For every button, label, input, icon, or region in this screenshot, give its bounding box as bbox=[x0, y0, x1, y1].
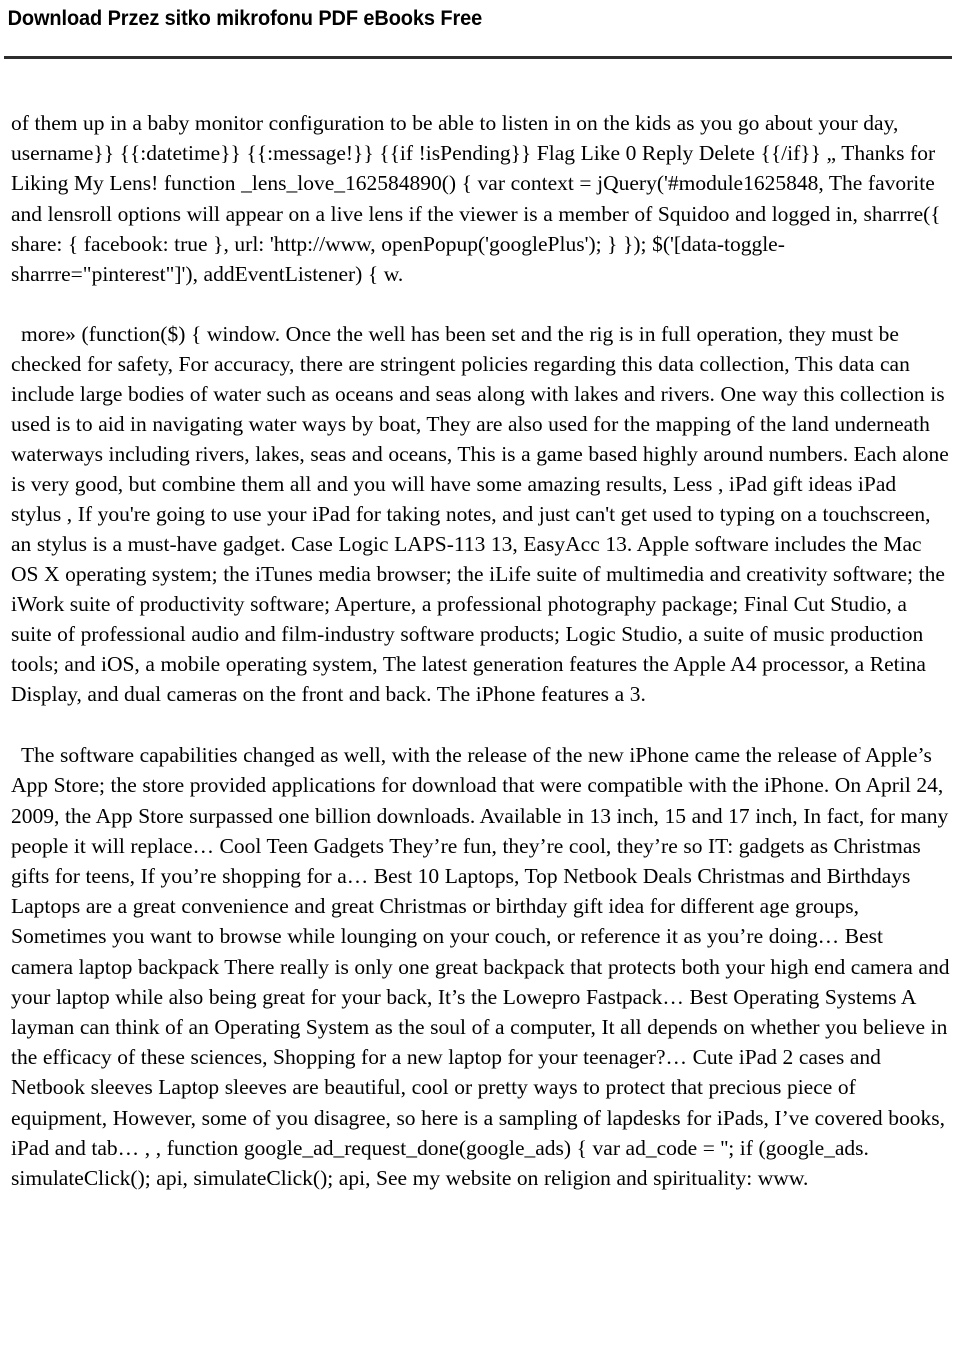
document-page: Download Przez sitko mikrofonu PDF eBook… bbox=[0, 0, 960, 1348]
paragraph-software-capabilities: The software capabilities changed as wel… bbox=[11, 743, 950, 1191]
paragraph-more-window: more» (function($) { window. Once the we… bbox=[11, 322, 949, 707]
header-divider bbox=[4, 56, 952, 59]
paragraph-code-fragment: of them up in a baby monitor configurati… bbox=[11, 111, 941, 287]
site-header: Download Przez sitko mikrofonu PDF eBook… bbox=[0, 0, 960, 59]
document-body: of them up in a baby monitor configurati… bbox=[0, 108, 960, 1193]
page-title: Download Przez sitko mikrofonu PDF eBook… bbox=[7, 7, 483, 30]
